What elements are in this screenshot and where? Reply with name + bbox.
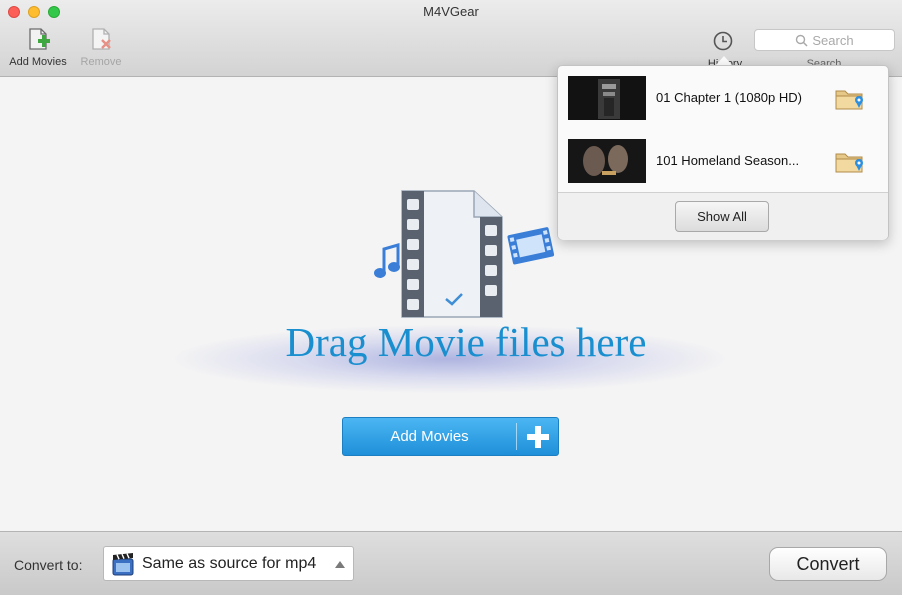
history-item-name: 101 Homeland Season... [656,153,800,168]
plus-icon [517,424,558,450]
convert-to-label: Convert to: [14,557,83,573]
search-placeholder: Search [812,32,854,48]
add-file-icon [29,28,50,50]
show-all-button[interactable]: Show All [675,201,769,232]
search-input[interactable]: Search [754,29,895,51]
add-movies-button[interactable]: Add Movies [342,417,559,456]
history-button[interactable] [710,29,736,53]
history-thumbnail [568,76,646,120]
add-movies-toolbar-button[interactable]: Add Movies [5,26,71,68]
movie-file-illustration [374,190,555,318]
remove-file-icon [92,28,111,50]
convert-button[interactable]: Convert [769,547,887,581]
drop-hint-text: Drag Movie files here [285,319,647,365]
popover-footer: Show All [558,193,888,240]
clock-icon [713,31,733,51]
add-movies-toolbar-label: Add Movies [9,56,67,68]
folder-icon[interactable] [834,85,866,116]
history-item-name: 01 Chapter 1 (1080p HD) [656,90,802,105]
history-item[interactable]: 101 Homeland Season... [568,139,880,185]
history-item[interactable]: 01 Chapter 1 (1080p HD) [568,76,880,122]
window-title: M4VGear [423,4,479,19]
output-format-select[interactable]: Same as source for mp4 [103,546,354,581]
add-movies-button-label: Add Movies [390,428,469,445]
folder-icon[interactable] [834,148,866,179]
output-format-value: Same as source for mp4 [142,554,317,572]
history-thumbnail [568,139,646,183]
remove-toolbar-button[interactable]: Remove [76,26,126,68]
remove-toolbar-label: Remove [80,56,122,68]
select-arrow-icon [335,561,345,568]
clapperboard-icon [112,552,134,575]
history-popover: 01 Chapter 1 (1080p HD) 101 Homeland Sea… [557,65,889,240]
search-icon [796,34,808,47]
bottom-bar: Convert to: Same as source for mp4 Conve… [0,531,902,595]
